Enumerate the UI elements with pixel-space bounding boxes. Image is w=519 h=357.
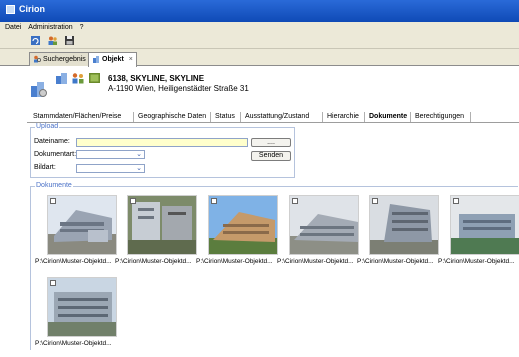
document-caption: P:\Cirion\Muster-Objektd...: [438, 258, 515, 265]
document-caption: P:\Cirion\Muster-Objektd...: [357, 258, 434, 265]
dateiname-input[interactable]: [76, 138, 248, 147]
document-caption: P:\Cirion\Muster-Objektd...: [115, 258, 192, 265]
persons-icon: [72, 73, 84, 84]
document-thumbnail[interactable]: [208, 195, 278, 255]
tab-suchergebnis[interactable]: Suchergebnis: [29, 52, 90, 66]
dokumentart-label: Dokumentart:: [34, 151, 77, 158]
document-item[interactable]: P:\Cirion\Muster-Objektd...: [438, 195, 519, 275]
main-tab-strip: Suchergebnis Objekt ×: [0, 49, 519, 67]
search-users-icon: [33, 55, 42, 63]
tab-dokumente[interactable]: Dokumente: [365, 112, 411, 122]
object-icon: [92, 55, 100, 63]
object-settings-icon: [31, 82, 47, 97]
users-icon[interactable]: [47, 35, 58, 46]
tab-stammdaten[interactable]: Stammdaten/Flächen/Preise: [29, 112, 134, 122]
select-checkbox[interactable]: [292, 198, 298, 204]
tab-objekt[interactable]: Objekt ×: [88, 52, 137, 67]
select-checkbox[interactable]: [453, 198, 459, 204]
document-caption: P:\Cirion\Muster-Objektd...: [35, 340, 112, 347]
close-icon[interactable]: ×: [129, 56, 133, 63]
browse-button[interactable]: ....: [251, 138, 291, 147]
building-icon: [56, 73, 67, 84]
title-bar: Cirion: [0, 0, 519, 22]
menu-help[interactable]: ?: [80, 22, 84, 33]
document-thumbnail[interactable]: [47, 277, 117, 337]
menu-bar: Datei Administration ?: [0, 22, 519, 33]
senden-button[interactable]: Senden: [251, 151, 291, 161]
tab-label: Suchergebnis: [43, 55, 86, 63]
select-checkbox[interactable]: [372, 198, 378, 204]
document-item[interactable]: P:\Cirion\Muster-Objektd...: [357, 195, 449, 275]
window-title: Cirion: [18, 4, 45, 14]
documents-group: Dokumente P:\Cirion\Muster-Objektd... P:…: [30, 182, 519, 350]
app-icon: [6, 4, 15, 14]
dokumentart-select[interactable]: ⌄: [76, 150, 145, 159]
chevron-down-icon[interactable]: ⌄: [135, 151, 143, 159]
document-caption: P:\Cirion\Muster-Objektd...: [35, 258, 112, 265]
book-icon: [89, 73, 100, 83]
dateiname-label: Dateiname:: [34, 138, 70, 145]
tab-berechtigungen[interactable]: Berechtigungen: [411, 112, 471, 122]
bildart-label: Bildart:: [34, 164, 56, 171]
object-address: A-1190 Wien, Heiligenstädter Straße 31: [108, 84, 249, 93]
bildart-select[interactable]: ⌄: [76, 164, 145, 173]
document-thumbnail[interactable]: [369, 195, 439, 255]
object-header: 6138, SKYLINE, SKYLINE A-1190 Wien, Heil…: [0, 66, 519, 112]
document-thumbnail[interactable]: [450, 195, 519, 255]
document-item[interactable]: P:\Cirion\Muster-Objektd...: [35, 277, 127, 357]
object-name: 6138, SKYLINE, SKYLINE: [108, 74, 205, 83]
detail-tab-strip: Stammdaten/Flächen/Preise Geographische …: [27, 112, 519, 123]
menu-administration[interactable]: Administration: [28, 22, 72, 33]
tab-ausstattung-zustand[interactable]: Ausstattung/Zustand: [241, 112, 323, 122]
document-caption: P:\Cirion\Muster-Objektd...: [196, 258, 273, 265]
chevron-down-icon[interactable]: ⌄: [135, 165, 143, 173]
tab-geographische-daten[interactable]: Geographische Daten: [134, 112, 211, 122]
toolbar: [0, 33, 519, 49]
upload-group: Upload Dateiname: .... Dokumentart: ⌄ Se…: [30, 123, 295, 178]
select-checkbox[interactable]: [50, 198, 56, 204]
tab-status[interactable]: Status: [211, 112, 241, 122]
refresh-icon[interactable]: [30, 35, 41, 46]
save-icon[interactable]: [64, 35, 75, 46]
menu-datei[interactable]: Datei: [5, 22, 21, 33]
select-checkbox[interactable]: [130, 198, 136, 204]
document-item[interactable]: P:\Cirion\Muster-Objektd...: [115, 195, 207, 275]
upload-legend: Upload: [35, 123, 60, 130]
document-caption: P:\Cirion\Muster-Objektd...: [277, 258, 354, 265]
document-thumbnail[interactable]: [47, 195, 117, 255]
documents-legend: Dokumente: [35, 182, 73, 189]
select-checkbox[interactable]: [50, 280, 56, 286]
tab-hierarchie[interactable]: Hierarchie: [323, 112, 365, 122]
document-item[interactable]: P:\Cirion\Muster-Objektd...: [196, 195, 288, 275]
document-thumbnail[interactable]: [289, 195, 359, 255]
select-checkbox[interactable]: [211, 198, 217, 204]
tab-label: Objekt: [102, 55, 124, 63]
document-thumbnail[interactable]: [127, 195, 197, 255]
